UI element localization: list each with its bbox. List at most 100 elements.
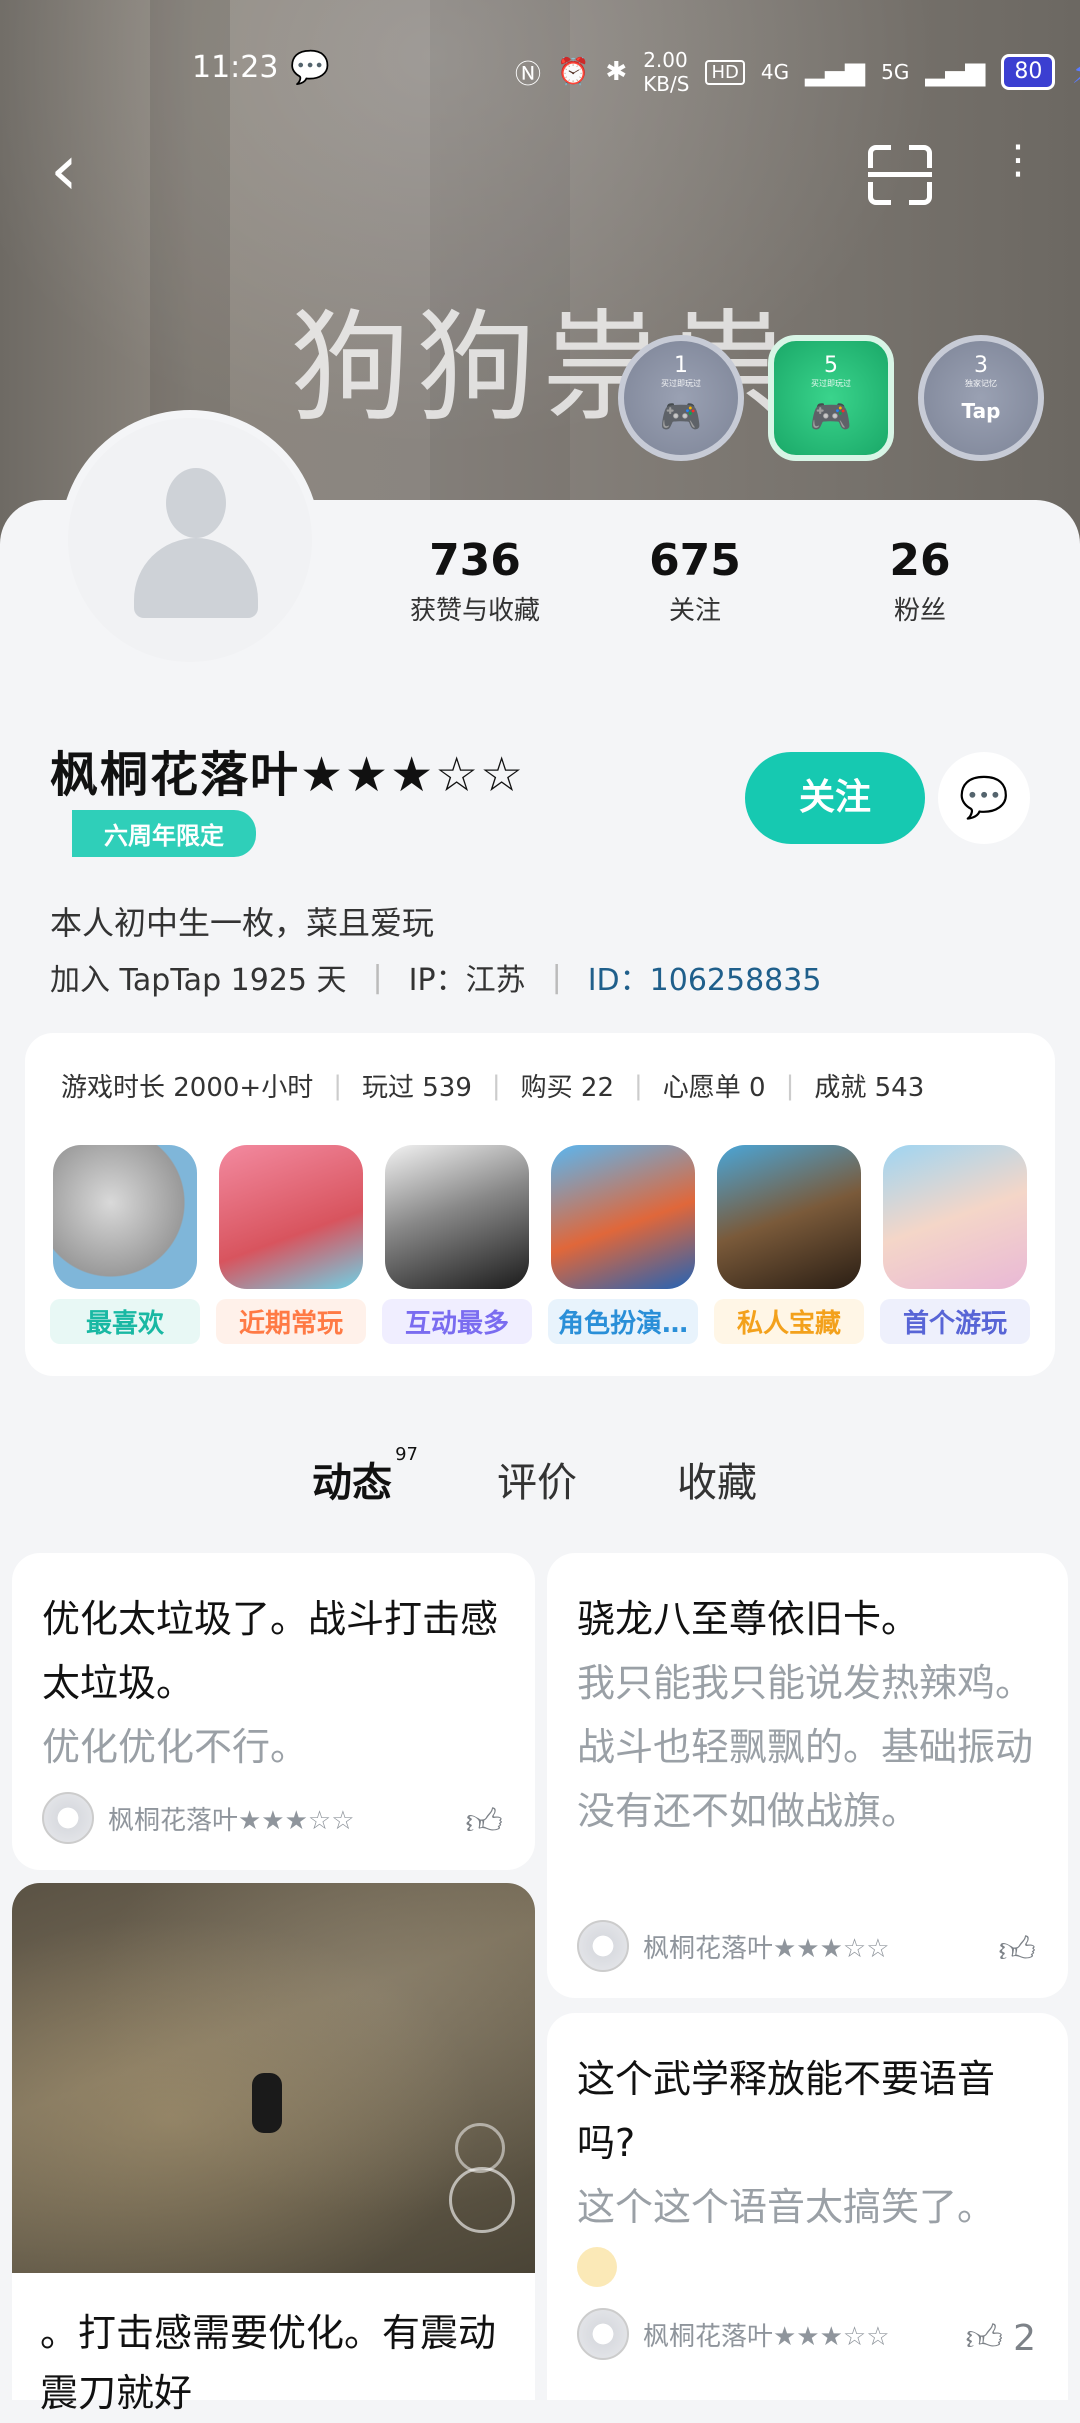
more-options-icon[interactable]: ⋮ [998,140,1038,200]
cat-game-icon [53,1145,197,1289]
avatar-body [134,538,258,618]
game-label: 角色扮演… [548,1299,698,1344]
thumbs-up-icon: 👍︎ [465,1802,503,1843]
avatar[interactable] [60,410,320,670]
message-icon[interactable]: 💬 [938,752,1030,844]
like-button[interactable]: 👍︎ [465,1800,503,1844]
tab-label: 动态 [312,1460,392,1506]
game-favorite[interactable]: 最喜欢 [50,1145,200,1344]
game-treasure[interactable]: 私人宝藏 [714,1145,864,1344]
game-first[interactable]: 首个游玩 [880,1145,1030,1344]
stat-label: 关注 [668,596,721,626]
author-name: 枫桐花落叶★★★☆☆ [643,2321,890,2352]
stat-achievements: 成就 543 [814,1073,925,1103]
badge-label: 独家记忆 [965,379,997,388]
author-avatar [577,2308,629,2360]
pirate-game-icon [717,1145,861,1289]
swordsman-game-icon [385,1145,529,1289]
game-interactive[interactable]: 互动最多 [382,1145,532,1344]
game-label: 私人宝藏 [714,1299,864,1344]
badge-number: 3 [974,353,988,378]
post-author[interactable]: 枫桐花落叶★★★☆☆ [577,2308,890,2360]
user-name: 枫桐花落叶★★★☆☆ [50,747,526,803]
post-card[interactable]: 骁龙八至尊依旧卡。 我只能我只能说发热辣鸡。战斗也轻飘飘的。基础振动没有还不如做… [547,1553,1068,1998]
divider: | [491,1070,501,1101]
divider: | [372,959,383,995]
achievement-badge[interactable]: 3 独家记忆 Tap [918,335,1044,461]
signal-4g-label: 4G [760,60,790,84]
stat-label: 粉丝 [893,596,946,626]
badge-number: 5 [824,353,838,378]
game-label: 互动最多 [382,1299,532,1344]
tab-posts[interactable]: 动态 97 [312,1444,418,1516]
bluetooth-icon: ✱ [605,57,628,87]
post-card[interactable]: 这个武学释放能不要语音吗? 这个这个语音太搞笑了。 枫桐花落叶★★★☆☆ 👍︎ … [547,2013,1068,2400]
stat-likes[interactable]: 736 获赞与收藏 [400,535,550,627]
charging-icon: ⚡ [1071,53,1080,91]
tab-reviews[interactable]: 评价 [497,1450,577,1508]
skill-button-icon [455,2123,505,2173]
post-card[interactable]: 优化太垃圾了。战斗打击感太垃圾。 优化优化不行。 枫桐花落叶★★★☆☆ 👍︎ [12,1553,535,1870]
achievement-badge[interactable]: 1 买过即玩过 🎮 [618,335,744,461]
post-screenshot-image[interactable] [12,1883,535,2273]
alarm-icon: ⏰ [557,57,590,87]
follow-button[interactable]: 关注 [745,752,925,844]
achievement-badge[interactable]: 5 买过即玩过 🎮 [768,335,894,461]
divider: | [634,1070,643,1101]
author-avatar [42,1792,94,1844]
game-rpg[interactable]: 角色扮演… [548,1145,698,1344]
badge-label: 买过即玩过 [661,379,701,388]
scan-icon[interactable] [868,145,932,205]
post-body: 优化优化不行。 [42,1725,309,1769]
wechat-icon: 💬 [290,48,330,86]
signal-5g-label: 5G [881,60,910,84]
nfc-icon: Ⓝ [515,59,542,90]
badge-number: 1 [674,353,688,378]
scan-corner [868,182,891,205]
stat-following[interactable]: 675 关注 [620,535,770,627]
skill-button-icon [449,2167,515,2233]
stat-played: 玩过 539 [361,1073,472,1103]
stat-playtime: 游戏时长 2000+小时 [61,1073,314,1103]
badge-label: 买过即玩过 [811,379,851,388]
game-stats-card[interactable]: 游戏时长 2000+小时 | 玩过 539 | 购买 22 | 心愿单 0 | … [25,1033,1055,1376]
post-title: 。打击感需要优化。有震动震刀就好 [12,2273,535,2415]
post-title: 这个武学释放能不要语音吗? [577,2057,996,2165]
anniversary-tag: 六周年限定 [72,810,256,857]
stat-label: 获赞与收藏 [409,596,540,626]
elona-game-icon [219,1145,363,1289]
game-stats-row: 游戏时长 2000+小时 | 玩过 539 | 购买 22 | 心愿单 0 | … [61,1067,924,1104]
ip-location: IP：江苏 [408,963,526,998]
game-recent[interactable]: 近期常玩 [216,1145,366,1344]
post-author[interactable]: 枫桐花落叶★★★☆☆ [577,1920,890,1972]
like-button[interactable]: 👍︎ 2 [965,2316,1036,2360]
like-button[interactable]: 👍︎ [998,1928,1036,1972]
cow-girl-game-icon [883,1145,1027,1289]
post-body: 我只能我只能说发热辣鸡。战斗也轻飘飘的。基础振动没有还不如做战旗。 [577,1661,1034,1833]
stat-followers[interactable]: 26 粉丝 [845,535,995,627]
stat-value: 675 [649,535,741,586]
stat-purchased: 购买 22 [520,1073,615,1103]
emoji-icon [577,2247,617,2287]
tab-count: 97 [395,1444,418,1465]
back-icon[interactable]: ‹ [50,135,100,210]
author-name: 枫桐花落叶★★★☆☆ [643,1933,890,1964]
author-avatar [577,1920,629,1972]
tab-collections[interactable]: 收藏 [677,1450,757,1508]
user-id[interactable]: ID：106258835 [588,955,822,999]
gamepad-icon: 🎮 [809,397,853,437]
post-author[interactable]: 枫桐花落叶★★★☆☆ [42,1792,355,1844]
scan-corner [909,145,932,168]
tab-label: 收藏 [677,1460,757,1506]
author-name: 枫桐花落叶★★★☆☆ [108,1805,355,1836]
user-meta: 加入 TapTap 1925 天 | IP：江苏 | ID：106258835 [50,955,821,999]
game-label: 近期常玩 [216,1299,366,1344]
post-title: 骁龙八至尊依旧卡。 [577,1597,920,1641]
divider: | [333,1070,342,1101]
signal-icon: ▂▄▆ [925,57,986,87]
gamepad-icon: 🎮 [659,397,703,437]
tap-logo-icon: Tap [961,399,1001,423]
scan-line [868,172,932,177]
status-icons: Ⓝ ⏰ ✱ 2.00 KB/S HD 4G ▂▄▆ 5G ▂▄▆ 80 ⚡ [515,48,1080,96]
avatar-head [166,468,226,538]
